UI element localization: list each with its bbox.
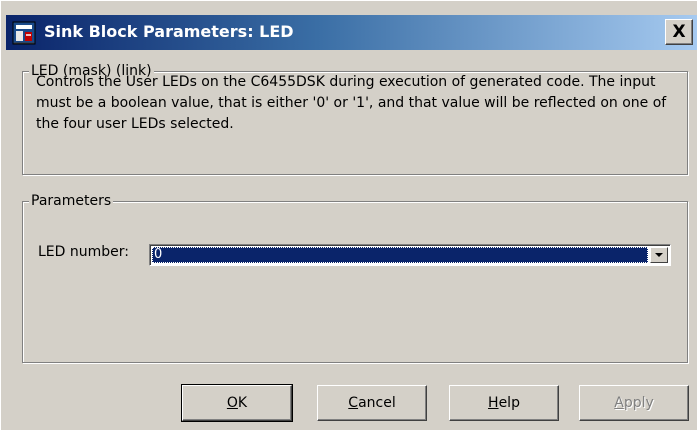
help-accelerator: H <box>488 395 499 411</box>
led-number-dropdown[interactable]: 0 <box>149 244 671 266</box>
close-button[interactable]: X <box>665 19 693 45</box>
apply-accelerator: A <box>614 395 624 411</box>
parameters-group-label: Parameters <box>29 193 114 209</box>
window-title: Sink Block Parameters: LED <box>44 22 294 41</box>
help-label: elp <box>498 395 520 411</box>
ok-accelerator: O <box>226 395 238 411</box>
apply-label: pply <box>623 395 654 411</box>
dialog-window: Sink Block Parameters: LED X LED (mask) … <box>0 0 697 430</box>
led-number-selected-value: 0 <box>152 247 648 263</box>
led-number-label: LED number: <box>38 244 129 260</box>
description-groupbox: LED (mask) (link) Controls the User LEDs… <box>22 63 688 175</box>
help-button[interactable]: Help <box>449 385 559 421</box>
apply-button[interactable]: Apply <box>579 385 689 421</box>
title-bar[interactable]: Sink Block Parameters: LED <box>6 15 697 50</box>
chevron-down-icon <box>655 253 663 257</box>
parameters-groupbox: Parameters LED number: 0 <box>22 193 688 363</box>
simulink-block-icon <box>12 21 36 45</box>
ok-label: K <box>237 395 248 411</box>
ok-button[interactable]: OK <box>181 384 293 422</box>
cancel-label: ancel <box>358 395 396 411</box>
description-text: Controls the User LEDs on the C6455DSK d… <box>36 74 667 132</box>
cancel-button[interactable]: Cancel <box>317 385 427 421</box>
cancel-accelerator: C <box>348 395 359 411</box>
dropdown-arrow-button[interactable] <box>650 247 668 263</box>
